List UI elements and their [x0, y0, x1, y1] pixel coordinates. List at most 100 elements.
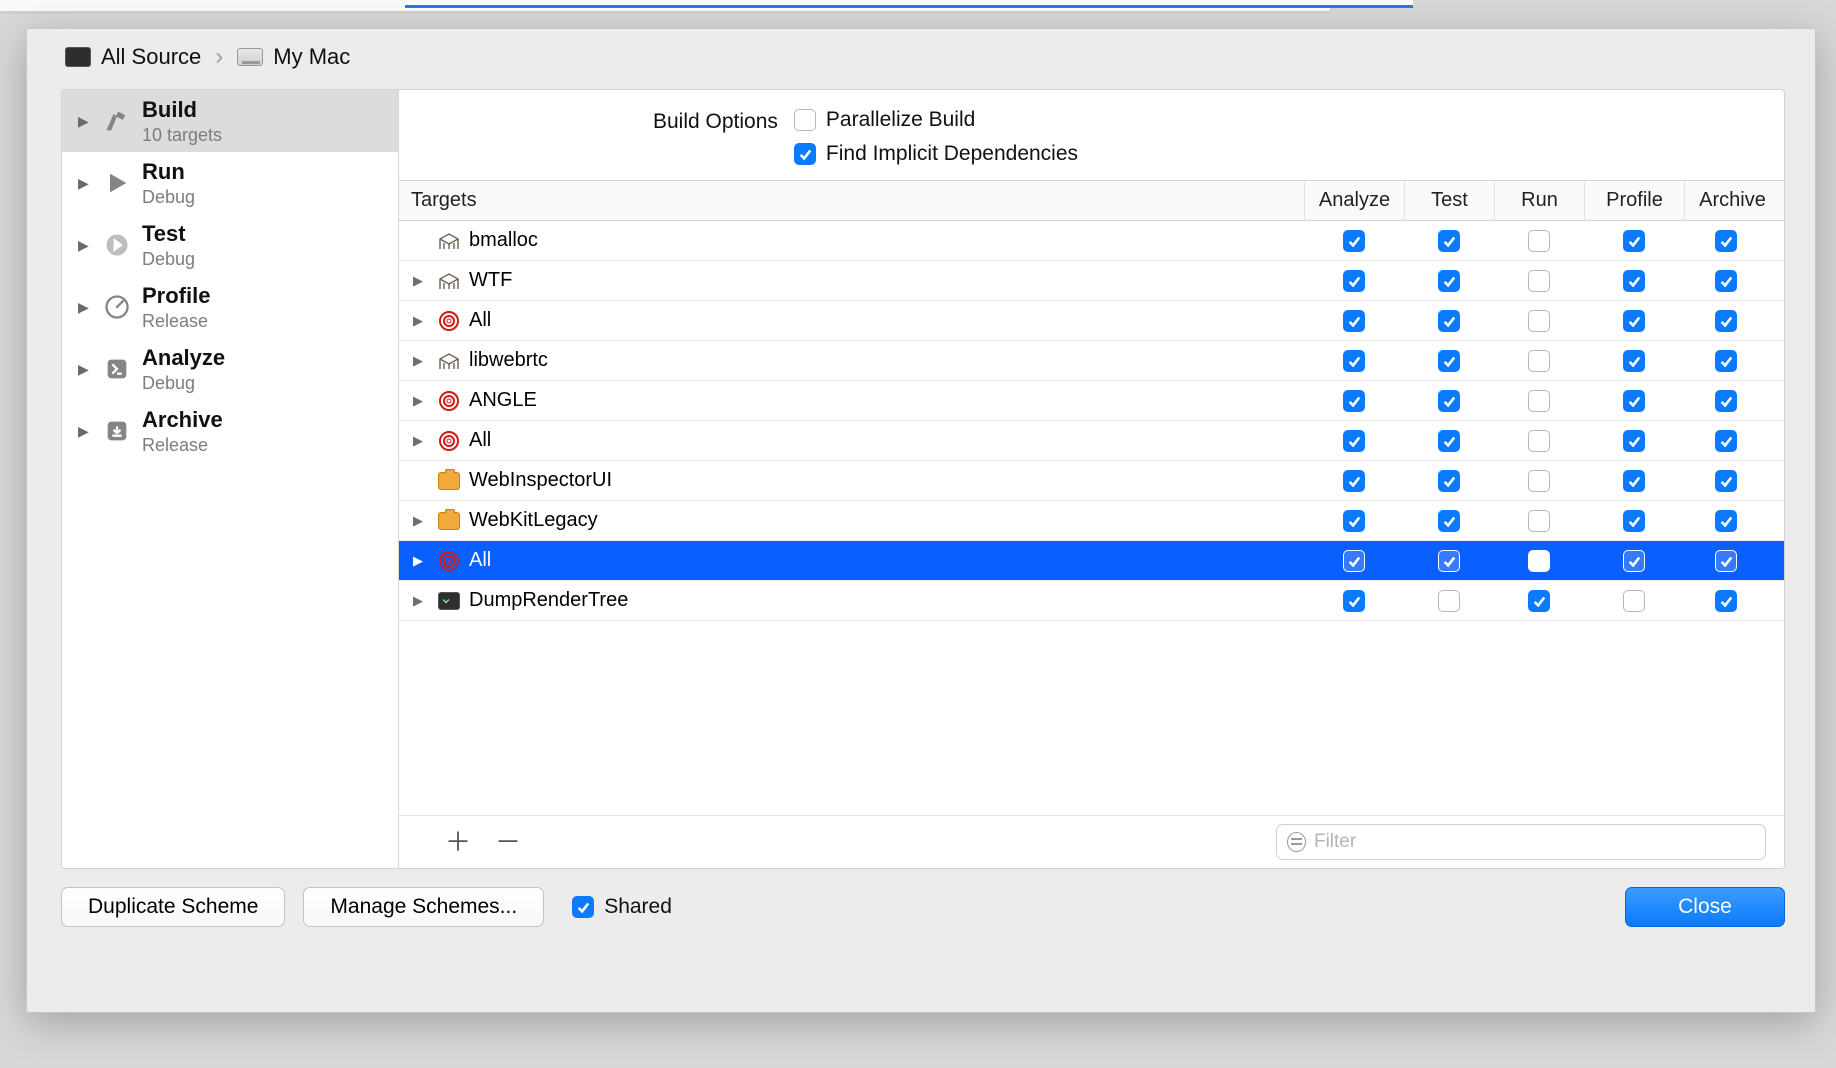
- test-checkbox[interactable]: [1438, 230, 1460, 252]
- run-checkbox[interactable]: [1528, 310, 1550, 332]
- disclosure-triangle-icon[interactable]: ▶: [413, 313, 429, 329]
- test-checkbox[interactable]: [1438, 310, 1460, 332]
- filter-field[interactable]: [1276, 824, 1766, 860]
- test-icon: [102, 230, 132, 260]
- sidebar-item-profile[interactable]: ▶ProfileRelease: [62, 276, 398, 338]
- test-checkbox[interactable]: [1438, 350, 1460, 372]
- disclosure-triangle-icon[interactable]: ▶: [413, 433, 429, 449]
- test-checkbox[interactable]: [1438, 510, 1460, 532]
- col-targets[interactable]: Targets: [399, 181, 1304, 220]
- sidebar-item-build[interactable]: ▶Build10 targets: [62, 90, 398, 152]
- col-run[interactable]: Run: [1494, 181, 1584, 220]
- archive-checkbox[interactable]: [1715, 470, 1737, 492]
- test-checkbox[interactable]: [1438, 270, 1460, 292]
- add-target-button[interactable]: ＋: [445, 829, 471, 855]
- archive-checkbox[interactable]: [1715, 510, 1737, 532]
- col-analyze[interactable]: Analyze: [1304, 181, 1404, 220]
- col-archive[interactable]: Archive: [1684, 181, 1784, 220]
- run-checkbox[interactable]: [1528, 270, 1550, 292]
- run-checkbox[interactable]: [1528, 430, 1550, 452]
- analyze-checkbox[interactable]: [1343, 550, 1365, 572]
- col-profile[interactable]: Profile: [1584, 181, 1684, 220]
- table-row[interactable]: ▶ANGLE: [399, 381, 1784, 421]
- disclosure-triangle-icon[interactable]: ▶: [78, 299, 92, 316]
- breadcrumb-destination[interactable]: My Mac: [273, 44, 350, 70]
- profile-checkbox[interactable]: [1623, 310, 1645, 332]
- test-checkbox[interactable]: [1438, 470, 1460, 492]
- test-checkbox[interactable]: [1438, 430, 1460, 452]
- archive-checkbox[interactable]: [1715, 550, 1737, 572]
- archive-checkbox[interactable]: [1715, 270, 1737, 292]
- run-checkbox[interactable]: [1528, 350, 1550, 372]
- profile-checkbox[interactable]: [1623, 270, 1645, 292]
- analyze-checkbox[interactable]: [1343, 470, 1365, 492]
- col-test[interactable]: Test: [1404, 181, 1494, 220]
- analyze-checkbox[interactable]: [1343, 230, 1365, 252]
- profile-checkbox[interactable]: [1623, 390, 1645, 412]
- analyze-checkbox[interactable]: [1343, 270, 1365, 292]
- archive-checkbox[interactable]: [1715, 590, 1737, 612]
- shared-checkbox[interactable]: [572, 896, 594, 918]
- sidebar-item-analyze[interactable]: ▶AnalyzeDebug: [62, 338, 398, 400]
- run-checkbox[interactable]: [1528, 510, 1550, 532]
- profile-checkbox[interactable]: [1623, 350, 1645, 372]
- implicit-deps-checkbox[interactable]: [794, 143, 816, 165]
- filter-input[interactable]: [1314, 831, 1755, 853]
- disclosure-triangle-icon[interactable]: ▶: [78, 237, 92, 254]
- disclosure-triangle-icon[interactable]: ▶: [413, 353, 429, 369]
- duplicate-scheme-button[interactable]: Duplicate Scheme: [61, 887, 285, 927]
- run-checkbox[interactable]: [1528, 550, 1550, 572]
- analyze-checkbox[interactable]: [1343, 430, 1365, 452]
- disclosure-triangle-icon[interactable]: ▶: [413, 553, 429, 569]
- disclosure-triangle-icon[interactable]: ▶: [413, 273, 429, 289]
- profile-checkbox[interactable]: [1623, 430, 1645, 452]
- disclosure-triangle-icon[interactable]: ▶: [78, 175, 92, 192]
- table-row[interactable]: ▶WebInspectorUI: [399, 461, 1784, 501]
- test-checkbox[interactable]: [1438, 590, 1460, 612]
- run-checkbox[interactable]: [1528, 390, 1550, 412]
- profile-checkbox[interactable]: [1623, 590, 1645, 612]
- profile-checkbox[interactable]: [1623, 510, 1645, 532]
- table-row[interactable]: ▶DumpRenderTree: [399, 581, 1784, 621]
- close-button[interactable]: Close: [1625, 887, 1785, 927]
- test-checkbox[interactable]: [1438, 390, 1460, 412]
- table-row[interactable]: ▶libwebrtc: [399, 341, 1784, 381]
- disclosure-triangle-icon[interactable]: ▶: [413, 593, 429, 609]
- target-icon: [437, 310, 461, 332]
- run-checkbox[interactable]: [1528, 230, 1550, 252]
- disclosure-triangle-icon[interactable]: ▶: [78, 423, 92, 440]
- run-checkbox[interactable]: [1528, 590, 1550, 612]
- archive-checkbox[interactable]: [1715, 430, 1737, 452]
- remove-target-button[interactable]: －: [495, 829, 521, 855]
- parallelize-build-checkbox[interactable]: [794, 109, 816, 131]
- archive-checkbox[interactable]: [1715, 230, 1737, 252]
- archive-checkbox[interactable]: [1715, 390, 1737, 412]
- archive-checkbox[interactable]: [1715, 350, 1737, 372]
- sidebar-item-archive[interactable]: ▶ArchiveRelease: [62, 400, 398, 462]
- disclosure-triangle-icon[interactable]: ▶: [413, 513, 429, 529]
- archive-checkbox[interactable]: [1715, 310, 1737, 332]
- profile-checkbox[interactable]: [1623, 470, 1645, 492]
- profile-checkbox[interactable]: [1623, 230, 1645, 252]
- table-row[interactable]: ▶All: [399, 301, 1784, 341]
- disclosure-triangle-icon[interactable]: ▶: [78, 361, 92, 378]
- disclosure-triangle-icon[interactable]: ▶: [413, 393, 429, 409]
- run-checkbox[interactable]: [1528, 470, 1550, 492]
- analyze-checkbox[interactable]: [1343, 390, 1365, 412]
- sidebar-item-run[interactable]: ▶RunDebug: [62, 152, 398, 214]
- table-row[interactable]: ▶All: [399, 541, 1784, 581]
- table-row[interactable]: ▶bmalloc: [399, 221, 1784, 261]
- profile-checkbox[interactable]: [1623, 550, 1645, 572]
- table-row[interactable]: ▶WebKitLegacy: [399, 501, 1784, 541]
- table-row[interactable]: ▶All: [399, 421, 1784, 461]
- analyze-checkbox[interactable]: [1343, 350, 1365, 372]
- sidebar-item-test[interactable]: ▶TestDebug: [62, 214, 398, 276]
- test-checkbox[interactable]: [1438, 550, 1460, 572]
- analyze-checkbox[interactable]: [1343, 310, 1365, 332]
- analyze-checkbox[interactable]: [1343, 590, 1365, 612]
- breadcrumb-scheme[interactable]: All Source: [101, 44, 201, 70]
- manage-schemes-button[interactable]: Manage Schemes...: [303, 887, 544, 927]
- table-row[interactable]: ▶WTF: [399, 261, 1784, 301]
- disclosure-triangle-icon[interactable]: ▶: [78, 113, 92, 130]
- analyze-checkbox[interactable]: [1343, 510, 1365, 532]
